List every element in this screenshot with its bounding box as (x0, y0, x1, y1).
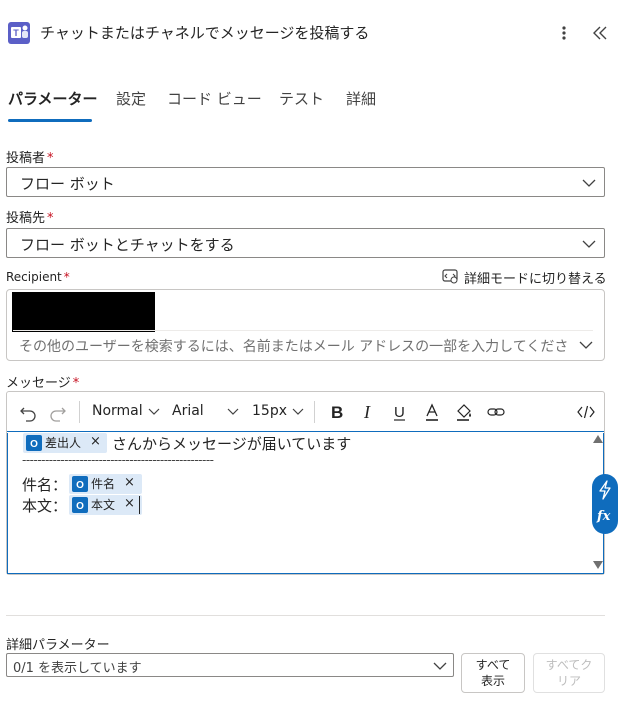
svg-text:U: U (394, 404, 405, 421)
chevron-down-icon (433, 662, 447, 670)
svg-text:T: T (13, 28, 19, 38)
outlook-icon: O (72, 476, 88, 492)
poster-dropdown[interactable]: フロー ボット (6, 167, 605, 197)
font-color-icon[interactable] (423, 401, 441, 423)
chevron-down-icon[interactable] (579, 338, 593, 352)
undo-icon[interactable] (19, 401, 37, 423)
paragraph-style-dropdown[interactable]: Normal (92, 403, 161, 425)
svg-text:B: B (331, 403, 343, 422)
link-icon[interactable] (486, 401, 506, 423)
recipient-picker: その他のユーザーを検索するには、名前またはメール アドレスの一部を入力してくださ (6, 289, 605, 361)
insert-content-pill: fx (592, 474, 618, 534)
token-remove-icon[interactable]: × (124, 496, 135, 511)
active-tab-indicator (8, 119, 92, 122)
more-vertical-icon[interactable] (556, 22, 572, 44)
toolbar-separator (314, 401, 315, 423)
clear-all-label-line1: すべてク (545, 658, 593, 672)
token-label: 本文 (91, 498, 116, 512)
dynamic-content-icon[interactable] (597, 480, 613, 500)
separator-text: ----------------------------------------… (22, 453, 214, 467)
advanced-params-label: 詳細パラメーター (6, 638, 110, 653)
dynamic-token-subject[interactable]: O 件名 × (69, 474, 142, 494)
redacted-recipient (12, 292, 155, 332)
teams-icon: T (8, 22, 30, 44)
chevron-down-icon (148, 408, 160, 415)
token-label: 差出人 (45, 436, 82, 450)
divider (13, 330, 593, 331)
scroll-up-icon[interactable] (593, 435, 603, 443)
token-remove-icon[interactable]: × (124, 475, 135, 490)
token-remove-icon[interactable]: × (90, 434, 101, 449)
svg-text:I: I (363, 402, 371, 422)
body-label: 本文： (22, 497, 68, 515)
advanced-params-dropdown[interactable]: 0/1 を表示しています (6, 653, 454, 677)
tab-test[interactable]: テスト (279, 88, 324, 109)
svg-text:O: O (76, 501, 84, 512)
tab-details[interactable]: 詳細 (346, 88, 376, 109)
outlook-icon: O (72, 497, 88, 513)
clear-all-button[interactable]: すべてク リア (533, 653, 605, 693)
highlight-icon[interactable] (454, 401, 474, 423)
advanced-mode-label: 詳細モードに切り替える (464, 272, 607, 287)
font-size-dropdown[interactable]: 15px (252, 403, 305, 425)
dynamic-token-sender[interactable]: O 差出人 × (23, 433, 107, 453)
message-label: メッセージ * (6, 376, 80, 391)
paragraph-style-value: Normal (92, 403, 143, 419)
post-in-value: フロー ボットとチャットをする (20, 236, 235, 254)
poster-label: 投稿者 * (6, 151, 54, 166)
chevron-down-icon (582, 240, 596, 248)
poster-value: フロー ボット (20, 175, 115, 193)
svg-text:O: O (76, 480, 84, 491)
expression-icon[interactable]: fx (597, 509, 610, 524)
double-chevron-left-icon[interactable] (590, 22, 610, 44)
show-all-label-line1: すべて (475, 658, 511, 672)
underline-icon[interactable]: U (391, 401, 409, 423)
post-in-label: 投稿先 * (6, 211, 54, 226)
show-all-button[interactable]: すべて 表示 (461, 653, 525, 693)
tab-parameters[interactable]: パラメーター (8, 88, 98, 109)
text-cursor (139, 496, 140, 514)
token-label: 件名 (91, 477, 116, 491)
section-divider (6, 615, 605, 616)
chevron-down-icon (227, 408, 239, 415)
font-size-value: 15px (252, 403, 287, 419)
toolbar-separator (79, 401, 80, 423)
redo-icon[interactable] (49, 401, 67, 423)
clear-all-label-line2: リア (556, 674, 581, 688)
subject-label: 件名： (22, 476, 68, 494)
page-title: チャットまたはチャネルでメッセージを投稿する (40, 24, 370, 42)
required-marker: * (47, 211, 54, 226)
scroll-down-icon[interactable] (593, 561, 603, 569)
tab-code-view[interactable]: コード ビュー (167, 88, 262, 109)
chevron-down-icon (293, 408, 304, 415)
font-family-dropdown[interactable]: Arial (172, 403, 240, 425)
tab-settings[interactable]: 設定 (116, 88, 146, 109)
bold-icon[interactable]: B (328, 401, 346, 423)
required-marker: * (47, 151, 54, 166)
chevron-down-icon (582, 179, 596, 187)
recipient-search-input[interactable]: その他のユーザーを検索するには、名前またはメール アドレスの一部を入力してくださ (19, 336, 571, 356)
message-body[interactable]: O 差出人 × さんからメッセージが届いています ---------------… (7, 433, 604, 574)
code-view-icon[interactable] (576, 401, 596, 423)
svg-text:O: O (30, 439, 38, 450)
show-all-label-line2: 表示 (480, 674, 505, 688)
switch-mode-icon (442, 269, 458, 284)
required-marker: * (63, 270, 70, 284)
italic-icon[interactable]: I (360, 401, 378, 423)
outlook-icon: O (26, 435, 42, 451)
message-text: さんからメッセージが届いています (112, 435, 352, 453)
font-family-value: Arial (172, 403, 204, 419)
panel-header: T チャットまたはチャネルでメッセージを投稿する (0, 0, 620, 64)
dynamic-token-body[interactable]: O 本文 × (69, 495, 142, 515)
advanced-params-value: 0/1 を表示しています (13, 661, 142, 676)
post-in-dropdown[interactable]: フロー ボットとチャットをする (6, 228, 605, 258)
editor-toolbar: Normal Arial 15px B I U (7, 392, 604, 432)
required-marker: * (72, 376, 80, 391)
recipient-label: Recipient * (6, 270, 70, 284)
message-editor: Normal Arial 15px B I U O 差出人 × さんからメッセー… (6, 391, 605, 575)
